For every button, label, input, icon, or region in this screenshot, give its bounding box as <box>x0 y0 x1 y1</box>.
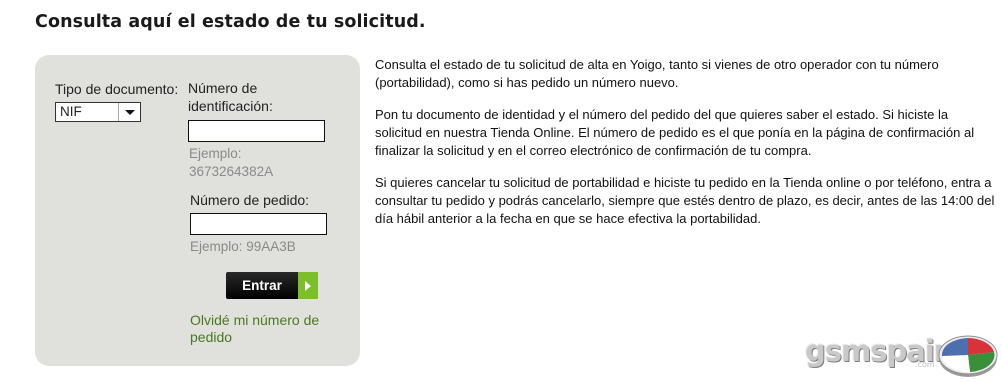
play-arrow-icon <box>298 272 318 299</box>
submit-button-label: Entrar <box>242 278 282 293</box>
doc-type-select[interactable]: NIF <box>55 102 141 122</box>
order-status-form: Tipo de documento: NIF Número de identif… <box>35 55 360 366</box>
forgot-order-number-link[interactable]: Olvidé mi número de pedido <box>190 312 340 346</box>
id-hint-prefix: Ejemplo: <box>189 146 242 161</box>
watermark-suffix: .com <box>915 360 935 369</box>
order-number-hint: Ejemplo: 99AA3B <box>190 239 296 254</box>
doc-type-label: Tipo de documento: <box>55 81 179 97</box>
info-paragraph: Consulta el estado de tu solicitud de al… <box>375 57 939 90</box>
pie-chart-logo-icon <box>938 335 998 377</box>
doc-type-selected-value: NIF <box>60 104 82 119</box>
info-paragraph: Si quieres cancelar tu solicitud de port… <box>375 175 995 226</box>
id-number-input[interactable] <box>188 120 325 142</box>
id-hint-example: 3673264382A <box>189 164 274 179</box>
chevron-down-icon[interactable] <box>118 103 140 121</box>
gsmspain-watermark: gsmspain .com <box>805 328 1000 378</box>
order-number-input[interactable] <box>190 213 327 235</box>
id-number-hint: Ejemplo: 3673264382A <box>189 145 329 181</box>
submit-button[interactable]: Entrar <box>226 272 318 299</box>
order-number-label: Número de pedido: <box>190 192 310 208</box>
page-title: Consulta aquí el estado de tu solicitud. <box>35 12 426 32</box>
info-paragraph: Pon tu documento de identidad y el númer… <box>375 107 975 158</box>
info-text: Consulta el estado de tu solicitud de al… <box>375 56 995 242</box>
id-number-label: Número de identificación: <box>188 80 273 114</box>
